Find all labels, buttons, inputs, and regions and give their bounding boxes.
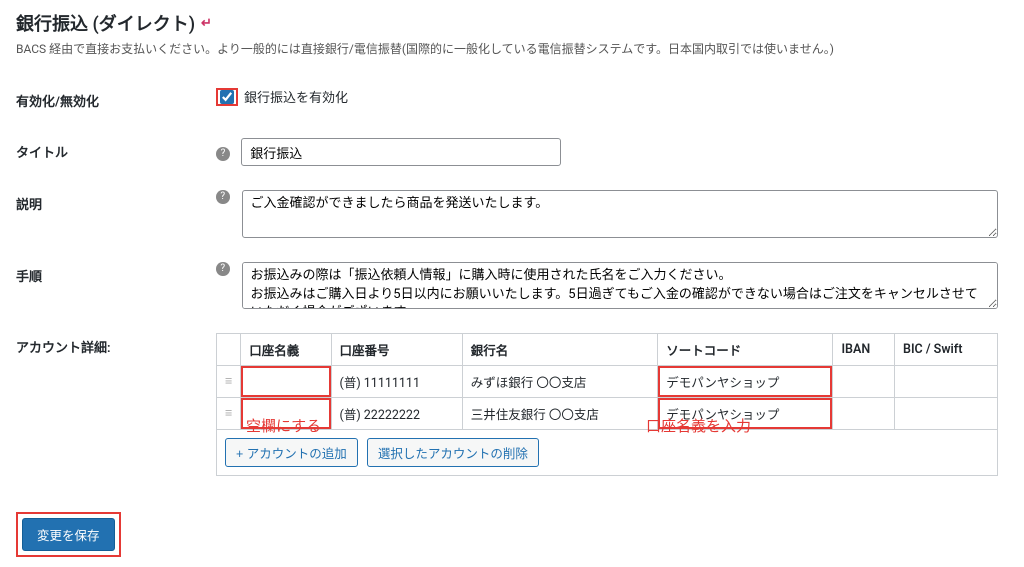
title-label: タイトル: [16, 126, 216, 178]
enable-checkbox[interactable]: [220, 90, 234, 104]
help-icon[interactable]: ?: [216, 262, 230, 276]
account-number-cell[interactable]: (普) 22222222: [331, 398, 462, 430]
drag-handle-icon[interactable]: ≡: [217, 366, 241, 398]
save-button[interactable]: 変更を保存: [22, 518, 115, 551]
accounts-footer: + アカウントの追加 選択したアカウントの削除: [217, 430, 998, 476]
account-name-cell[interactable]: [241, 398, 331, 430]
accounts-header-name: 口座名義: [241, 334, 331, 366]
back-link[interactable]: ↵: [201, 16, 212, 31]
table-row: ≡ (普) 11111111 みずほ銀行 〇〇支店 デモパンヤショップ: [217, 366, 998, 398]
table-row: ≡ (普) 22222222 三井住友銀行 〇〇支店 デモパンヤショップ: [217, 398, 998, 430]
accounts-header-bic: BIC / Swift: [895, 334, 998, 366]
enable-checkbox-label: 銀行振込を有効化: [244, 87, 348, 106]
accounts-header-bank: 銀行名: [462, 334, 657, 366]
accounts-label: アカウント詳細:: [16, 321, 216, 488]
drag-header: [217, 334, 241, 366]
accounts-header-number: 口座番号: [331, 334, 462, 366]
title-input[interactable]: [241, 138, 561, 166]
account-sort-cell[interactable]: デモパンヤショップ: [658, 398, 833, 430]
help-icon[interactable]: ?: [216, 147, 230, 161]
settings-form: 有効化/無効化 銀行振込を有効化 タイトル ? 説明 ?: [16, 75, 1008, 488]
accounts-table: 口座名義 口座番号 銀行名 ソートコード IBAN BIC / Swift ≡: [216, 333, 998, 476]
page-title: 銀行振込 (ダイレクト) ↵: [16, 10, 1008, 36]
instructions-textarea[interactable]: [242, 262, 998, 310]
enable-label: 有効化/無効化: [16, 75, 216, 126]
account-number-cell[interactable]: (普) 11111111: [331, 366, 462, 398]
page-description: BACS 経由で直接お支払いください。より一般的には直接銀行/電信振替(国際的に…: [16, 40, 1008, 57]
account-bank-cell[interactable]: 三井住友銀行 〇〇支店: [462, 398, 657, 430]
instructions-label: 手順: [16, 250, 216, 322]
accounts-header-sort: ソートコード: [658, 334, 833, 366]
account-iban-cell[interactable]: [833, 366, 895, 398]
page-title-text: 銀行振込 (ダイレクト): [16, 10, 195, 36]
desc-textarea[interactable]: [242, 190, 998, 238]
enable-checkbox-highlight: [216, 88, 238, 106]
account-bank-cell[interactable]: みずほ銀行 〇〇支店: [462, 366, 657, 398]
save-button-highlight: 変更を保存: [16, 512, 121, 557]
add-account-button[interactable]: + アカウントの追加: [225, 438, 358, 467]
remove-account-button[interactable]: 選択したアカウントの削除: [367, 438, 539, 467]
account-name-cell[interactable]: [241, 366, 331, 398]
help-icon[interactable]: ?: [216, 190, 230, 204]
drag-handle-icon[interactable]: ≡: [217, 398, 241, 430]
account-bic-cell[interactable]: [895, 366, 998, 398]
desc-label: 説明: [16, 178, 216, 250]
account-sort-cell[interactable]: デモパンヤショップ: [658, 366, 833, 398]
accounts-header-iban: IBAN: [833, 334, 895, 366]
account-bic-cell[interactable]: [895, 398, 998, 430]
account-iban-cell[interactable]: [833, 398, 895, 430]
